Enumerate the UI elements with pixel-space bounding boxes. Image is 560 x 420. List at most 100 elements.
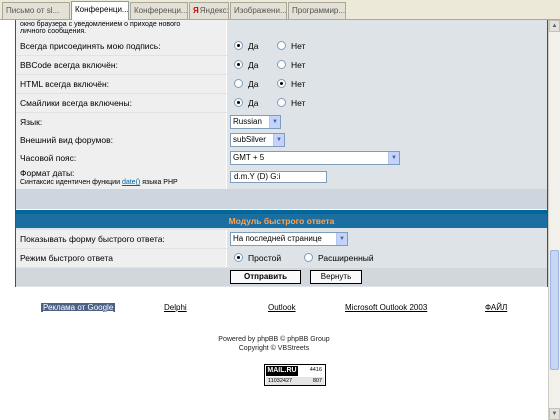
ad-link-file[interactable]: ФАЙЛ [485, 303, 507, 312]
counter-value: 807 [312, 378, 322, 384]
tab-yandex[interactable]: ЯЯндекс: ... [189, 2, 229, 19]
quickreply-header: Модуль быстрого ответа [16, 214, 547, 228]
settings-value: subSilver ▼ [228, 131, 547, 149]
settings-row-quickreply-mode: Режим быстрого ответа Простой Расширенны… [16, 249, 547, 267]
settings-row-html: HTML всегда включён: Да Нет [16, 75, 547, 93]
scroll-up-icon[interactable]: ▲ [549, 20, 560, 32]
tab-conference[interactable]: Конференци... [130, 2, 188, 19]
radio-no-label: Нет [291, 79, 306, 89]
radio-yes-label: Да [248, 60, 259, 70]
dateformat-label: Формат даты: [20, 168, 75, 178]
settings-row-quickreply-show: Показывать форму быстрого ответа: На пос… [16, 230, 547, 248]
radio-no-label: Нет [291, 98, 306, 108]
settings-row-dateformat: Формат даты: Синтаксис идентичен функции… [16, 167, 547, 189]
quickreply-show-select[interactable]: На последней странице ▼ [230, 232, 348, 246]
chevron-down-icon[interactable]: ▼ [336, 233, 347, 245]
settings-row-timezone: Часовой пояс: GMT + 5 ▼ [16, 149, 547, 167]
tab-programming[interactable]: Программир... [288, 2, 346, 19]
dateformat-input-value: d.m.Y (D) G:i [234, 172, 281, 181]
timezone-select-value: GMT + 5 [233, 153, 265, 162]
radio-yes[interactable] [234, 79, 243, 88]
style-select[interactable]: subSilver ▼ [230, 133, 285, 147]
settings-label: Режим быстрого ответа [16, 249, 227, 267]
footer-copyright: Copyright © VBStreets [238, 345, 310, 352]
pm-notify-text: личного сообщения. [20, 28, 87, 35]
section-spacer [16, 189, 547, 209]
radio-simple[interactable] [234, 253, 243, 262]
ad-link-outlook-2003[interactable]: Microsoft Outlook 2003 [345, 303, 427, 312]
hint-text: языка PHP [140, 179, 178, 186]
radio-yes[interactable] [234, 98, 243, 107]
timezone-select[interactable]: GMT + 5 ▼ [230, 151, 400, 165]
radio-yes[interactable] [234, 41, 243, 50]
chevron-down-icon[interactable]: ▼ [388, 152, 399, 164]
radio-no[interactable] [277, 41, 286, 50]
dateformat-hint: Синтаксис идентичен функции date() языка… [20, 178, 226, 187]
radio-no[interactable] [277, 79, 286, 88]
form-buttons: Отправить Вернуть [16, 268, 547, 286]
settings-label: Часовой пояс: [16, 149, 227, 167]
settings-label: HTML всегда включён: [16, 75, 227, 93]
browser-tab-bar: Письмо от sl... Конференци... Конференци… [0, 0, 560, 20]
chevron-down-icon[interactable]: ▼ [269, 116, 280, 128]
radio-no[interactable] [277, 98, 286, 107]
profile-settings-table: окно браузера с уведомлением о приходе н… [15, 20, 548, 287]
settings-row-style: Внешний вид форумов: subSilver ▼ [16, 131, 547, 149]
tab-conference-active[interactable]: Конференци... [71, 1, 129, 20]
dateformat-input[interactable]: d.m.Y (D) G:i [230, 171, 327, 183]
settings-label: Показывать форму быстрого ответа: [16, 230, 227, 248]
radio-advanced[interactable] [304, 253, 313, 262]
yandex-icon: Я [193, 6, 199, 15]
settings-value: GMT + 5 ▼ [228, 149, 547, 167]
submit-button[interactable]: Отправить [230, 270, 301, 284]
pm-notify-label: окно браузера с уведомлением о приходе н… [16, 20, 227, 37]
radio-yes-label: Да [248, 98, 259, 108]
ad-links: Реклама от Google Delphi Outlook Microso… [0, 303, 548, 315]
hint-text: Синтаксис идентичен функции [20, 179, 122, 186]
tab-label: Конференци... [75, 5, 129, 14]
settings-label: BBCode всегда включён: [16, 56, 227, 74]
settings-value: Простой Расширенный [228, 249, 547, 267]
php-date-link[interactable]: date() [122, 179, 140, 186]
tab-mail[interactable]: Письмо от sl... [2, 2, 70, 19]
settings-value: Да Нет [228, 94, 547, 112]
tab-label: Яндекс: ... [199, 6, 229, 15]
scroll-down-icon[interactable]: ▼ [549, 408, 560, 420]
ad-link-delphi[interactable]: Delphi [164, 303, 187, 312]
page-content: окно браузера с уведомлением о приходе н… [0, 20, 548, 420]
radio-no-label: Нет [291, 41, 306, 51]
tab-images[interactable]: Изображени... [230, 2, 287, 19]
pm-notify-value [228, 20, 547, 37]
radio-yes-label: Да [248, 41, 259, 51]
style-select-value: subSilver [233, 135, 266, 144]
ad-link-outlook[interactable]: Outlook [268, 303, 296, 312]
pm-notify-row: окно браузера с уведомлением о приходе н… [16, 20, 547, 37]
footer-powered-by: Powered by phpBB © phpBB Group [218, 336, 330, 343]
pm-notify-text: окно браузера с уведомлением о приходе н… [20, 21, 181, 28]
vertical-scrollbar[interactable]: ▲ ▼ [548, 20, 560, 420]
quickreply-show-value: На последней странице [233, 234, 322, 243]
tab-label: Письмо от sl... [6, 6, 60, 15]
scroll-thumb[interactable] [550, 250, 559, 370]
mailru-counter[interactable]: MAIL.RU 4416 11032427 807 [264, 364, 326, 386]
tab-label: Программир... [292, 6, 346, 15]
settings-value: Да Нет [228, 75, 547, 93]
chevron-down-icon[interactable]: ▼ [273, 134, 284, 146]
language-select[interactable]: Russian ▼ [230, 115, 281, 129]
ad-link-google[interactable]: Реклама от Google [41, 303, 116, 312]
radio-yes[interactable] [234, 60, 243, 69]
mailru-logo: MAIL.RU [266, 366, 298, 376]
settings-row-bbcode: BBCode всегда включён: Да Нет [16, 56, 547, 74]
radio-advanced-label: Расширенный [318, 253, 374, 263]
radio-no[interactable] [277, 60, 286, 69]
settings-row-signature: Всегда присоединять мою подпись: Да Нет [16, 37, 547, 55]
language-select-value: Russian [233, 117, 262, 126]
settings-label: Внешний вид форумов: [16, 131, 227, 149]
settings-value: На последней странице ▼ [228, 230, 547, 248]
settings-value: d.m.Y (D) G:i [228, 167, 547, 189]
reset-button[interactable]: Вернуть [310, 270, 362, 284]
settings-row-smilies: Смайлики всегда включены: Да Нет [16, 94, 547, 112]
settings-label: Смайлики всегда включены: [16, 94, 227, 112]
settings-row-language: Язык: Russian ▼ [16, 113, 547, 131]
settings-label: Всегда присоединять мою подпись: [16, 37, 227, 55]
